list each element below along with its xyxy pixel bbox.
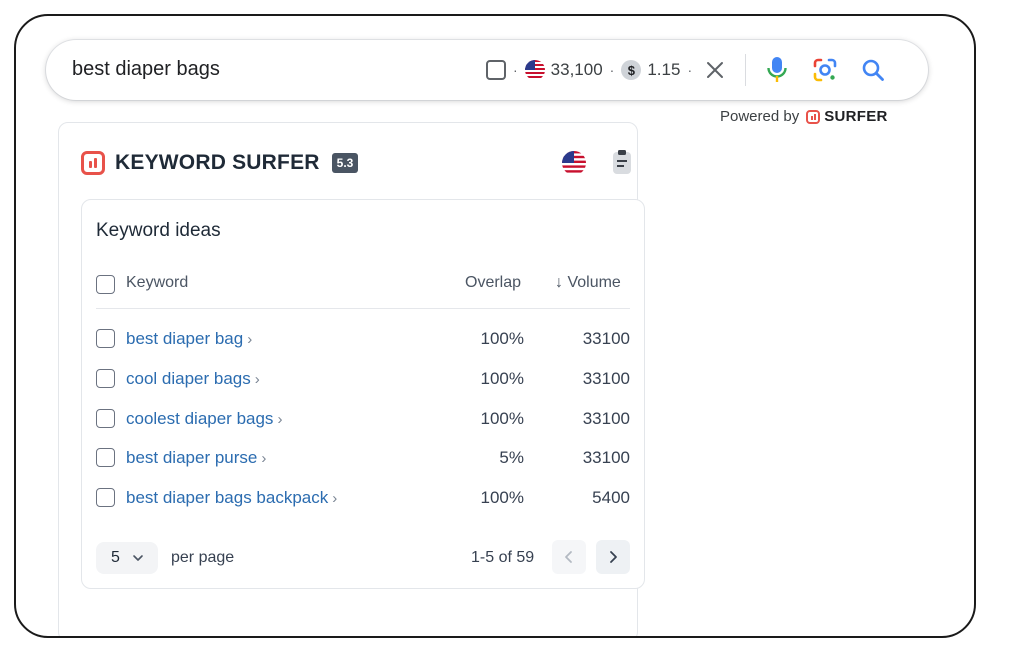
- overlap-value: 100%: [480, 409, 524, 428]
- volume-value: 33100: [582, 329, 630, 348]
- keyword-link[interactable]: coolest diaper bags ›: [126, 409, 282, 429]
- volume-value: 33100: [582, 448, 630, 467]
- powered-by-label: Powered by: [720, 108, 800, 125]
- keyword-surfer-panel: KEYWORD SURFER 5.3 Keyword ideas Keyword…: [58, 122, 645, 636]
- search-volume: 33,100: [550, 60, 603, 79]
- column-header-overlap[interactable]: Overlap: [465, 274, 521, 292]
- us-flag-icon: [524, 60, 545, 80]
- powered-by: Powered by SURFER: [720, 108, 888, 125]
- header-divider: [96, 308, 630, 309]
- microphone-icon[interactable]: [762, 55, 792, 85]
- overlap-value: 100%: [480, 488, 524, 507]
- separator-dot: ·: [609, 62, 615, 78]
- volume-value: 33100: [582, 369, 630, 388]
- version-badge: 5.3: [331, 153, 359, 173]
- keyword-ideas-card: Keyword ideas Keyword Overlap ↓ Volume b…: [81, 199, 645, 589]
- volume-value: 5400: [592, 488, 630, 507]
- table-row: coolest diaper bags › 100% 33100: [82, 405, 646, 435]
- table-row: cool diaper bags › 100% 33100: [82, 365, 646, 395]
- clipboard-icon[interactable]: [612, 149, 632, 175]
- table-row: best diaper purse › 5% 33100: [82, 444, 646, 474]
- keyword-link[interactable]: cool diaper bags ›: [126, 369, 260, 389]
- column-header-volume[interactable]: ↓ Volume: [555, 274, 621, 292]
- overlap-value: 5%: [499, 448, 524, 467]
- row-checkbox[interactable]: [96, 329, 115, 348]
- next-page-button[interactable]: [596, 540, 630, 574]
- powered-by-brand[interactable]: SURFER: [824, 108, 887, 125]
- keyword-checkbox[interactable]: [486, 60, 506, 80]
- chevron-right-icon: ›: [247, 331, 253, 348]
- panel-header: KEYWORD SURFER 5.3: [81, 149, 359, 177]
- chevron-right-icon: ›: [261, 450, 267, 467]
- divider: [745, 54, 747, 86]
- search-bar-extras: · 33,100 · $ 1.15 ·: [486, 40, 906, 100]
- chevron-right-icon: [610, 551, 617, 563]
- browser-frame: best diaper bags · 33,100 · $ 1.15 · Pow…: [14, 14, 976, 638]
- volume-value: 33100: [582, 409, 630, 428]
- surfer-logo-icon: [806, 109, 821, 124]
- chevron-right-icon: ›: [332, 490, 338, 507]
- card-title: Keyword ideas: [96, 220, 221, 241]
- pagination-footer: 5 per page 1-5 of 59: [82, 540, 646, 576]
- separator-dot: ·: [687, 62, 693, 78]
- per-page-value: 5: [111, 549, 120, 566]
- per-page-select[interactable]: 5: [96, 542, 158, 574]
- cpc-value: 1.15: [647, 60, 681, 79]
- search-icon[interactable]: [858, 55, 888, 85]
- overlap-value: 100%: [480, 369, 524, 388]
- keyword-link[interactable]: best diaper purse ›: [126, 448, 266, 468]
- us-flag-icon[interactable]: [562, 151, 586, 175]
- row-checkbox[interactable]: [96, 448, 115, 467]
- separator-dot: ·: [513, 62, 518, 78]
- select-all-checkbox[interactable]: [96, 275, 115, 294]
- per-page-label: per page: [171, 549, 235, 566]
- prev-page-button[interactable]: [552, 540, 586, 574]
- chevron-right-icon: ›: [277, 411, 283, 428]
- chevron-right-icon: ›: [254, 371, 260, 388]
- row-checkbox[interactable]: [96, 369, 115, 388]
- overlap-value: 100%: [480, 329, 524, 348]
- chevron-down-icon: [132, 552, 144, 564]
- chevron-left-icon: [565, 551, 572, 563]
- search-bar[interactable]: best diaper bags · 33,100 · $ 1.15 ·: [46, 40, 928, 100]
- keyword-surfer-logo-icon: [81, 151, 105, 175]
- table-row: best diaper bags backpack › 100% 5400: [82, 484, 646, 514]
- panel-title: KEYWORD SURFER: [115, 151, 320, 174]
- keyword-link[interactable]: best diaper bag ›: [126, 329, 252, 349]
- row-checkbox[interactable]: [96, 488, 115, 507]
- search-query[interactable]: best diaper bags: [72, 58, 220, 81]
- google-lens-icon[interactable]: [810, 55, 840, 85]
- column-header-keyword: Keyword: [126, 274, 189, 291]
- keyword-link[interactable]: best diaper bags backpack ›: [126, 488, 337, 508]
- page-range: 1-5 of 59: [471, 549, 535, 566]
- close-icon[interactable]: [703, 58, 727, 82]
- table-row: best diaper bag › 100% 33100: [82, 325, 646, 355]
- dollar-coin-icon: $: [621, 60, 642, 80]
- row-checkbox[interactable]: [96, 409, 115, 428]
